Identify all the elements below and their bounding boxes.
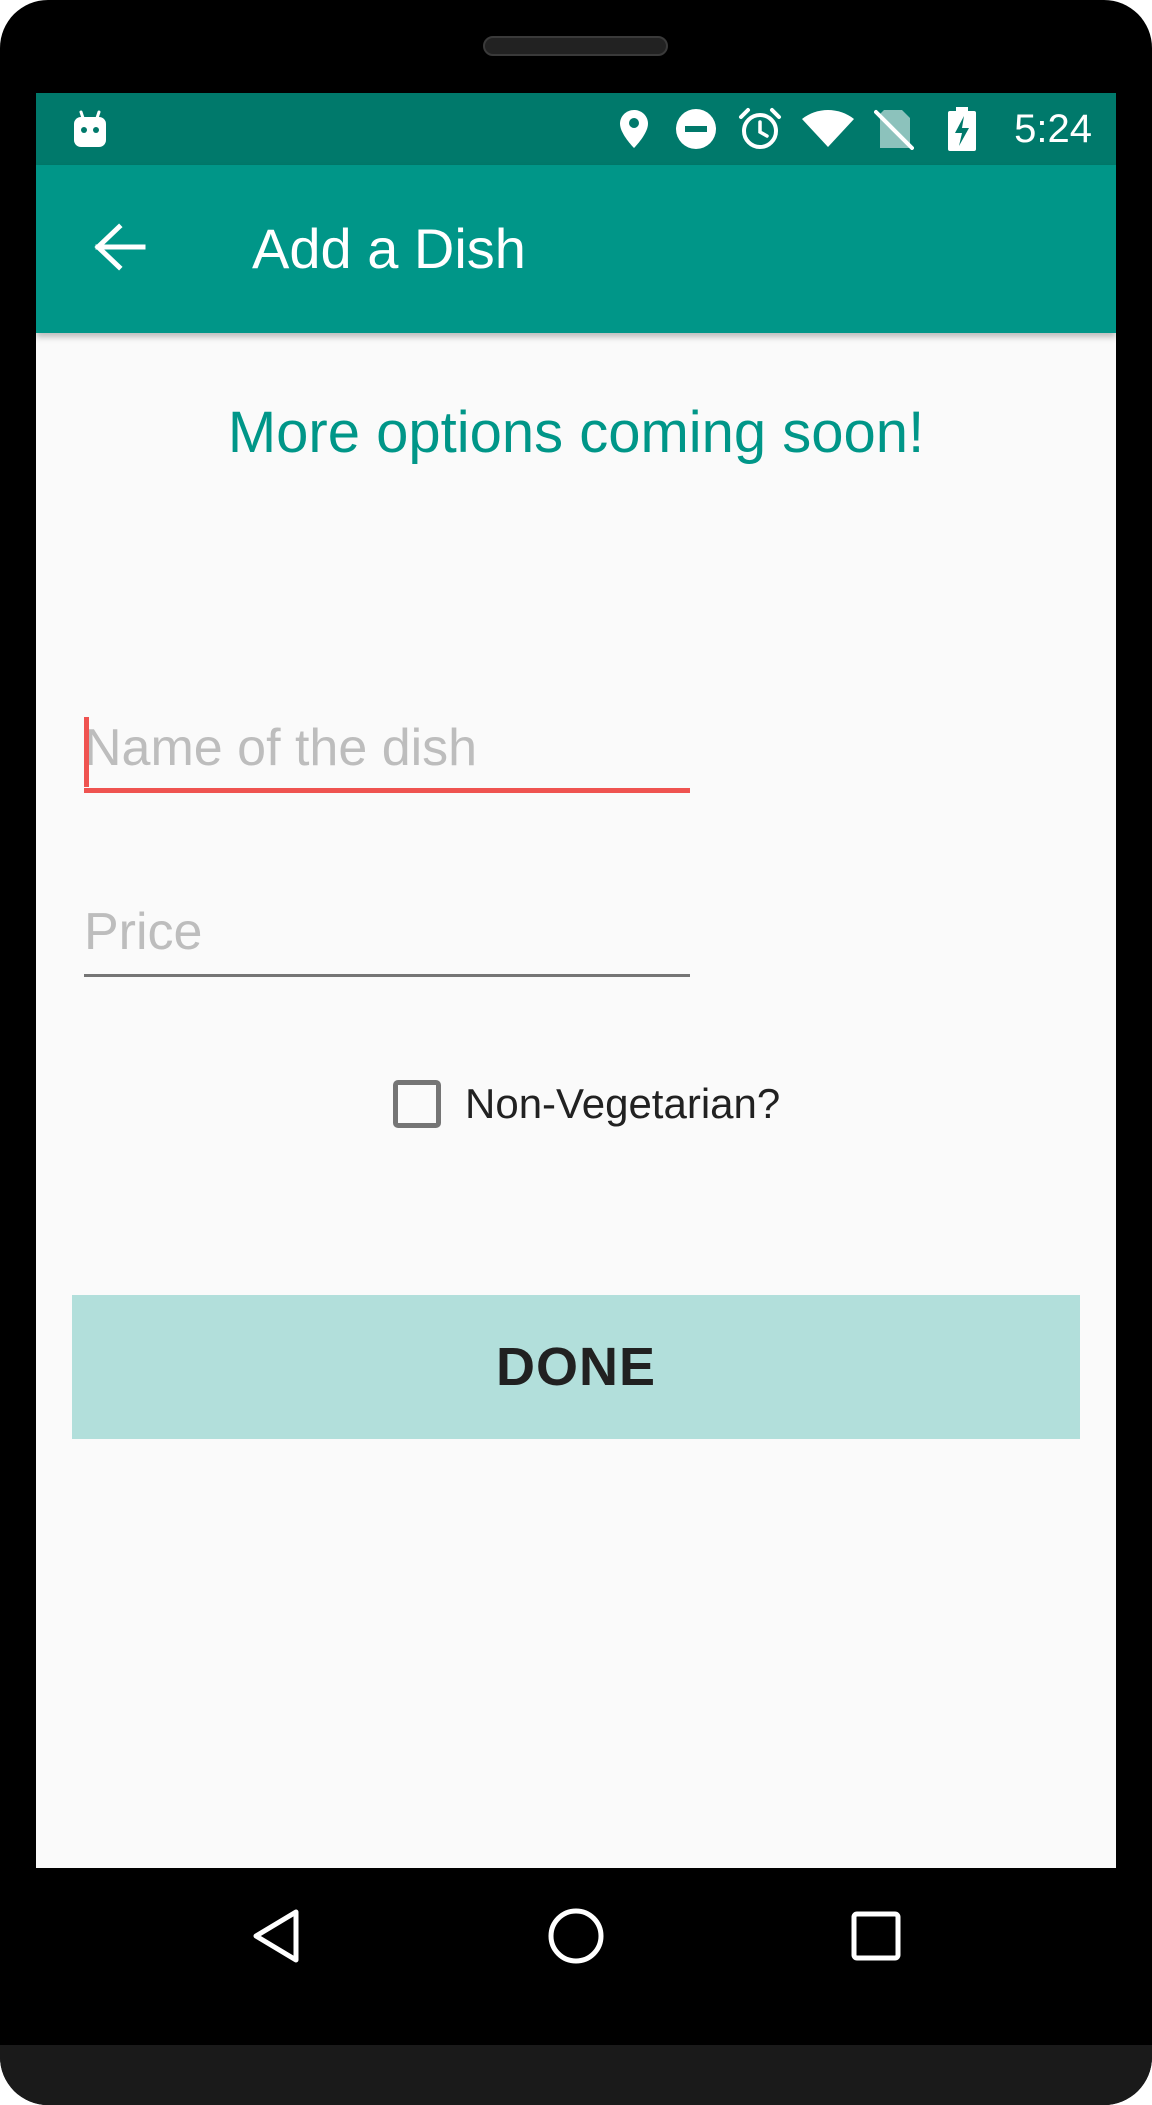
home-circle-icon	[546, 1906, 606, 1971]
do-not-disturb-icon	[672, 107, 720, 151]
recents-square-icon	[848, 1908, 904, 1969]
checkbox-box[interactable]	[393, 1080, 441, 1128]
done-button[interactable]: DONE	[72, 1295, 1080, 1439]
non-vegetarian-checkbox[interactable]: Non-Vegetarian?	[393, 1072, 780, 1136]
status-bar: 5:24	[36, 93, 1116, 165]
nav-back-button[interactable]	[226, 1888, 326, 1988]
alarm-icon	[736, 107, 784, 151]
back-triangle-icon	[248, 1906, 304, 1971]
earpiece-speaker	[483, 36, 668, 56]
dish-name-field[interactable]	[84, 709, 690, 793]
status-time: 5:24	[1014, 107, 1092, 151]
text-cursor	[84, 717, 89, 787]
no-sim-icon	[872, 107, 916, 151]
price-field[interactable]	[84, 893, 690, 977]
android-notification-icon	[70, 107, 110, 151]
price-underline	[84, 974, 690, 977]
battery-charging-icon	[944, 107, 980, 151]
screen: 5:24 Add a Dish More options coming soon…	[36, 93, 1116, 1868]
device-frame: 5:24 Add a Dish More options coming soon…	[0, 0, 1152, 2105]
dish-name-input[interactable]	[84, 709, 690, 787]
navigation-bar	[0, 1868, 1152, 2008]
page-title: Add a Dish	[252, 217, 526, 280]
location-icon	[614, 107, 654, 151]
price-input[interactable]	[84, 893, 690, 971]
main-content: More options coming soon! Non-Vegetarian…	[36, 333, 1116, 1868]
device-bottom-bezel	[0, 2045, 1152, 2105]
non-vegetarian-label: Non-Vegetarian?	[465, 1080, 781, 1127]
back-button[interactable]	[78, 207, 162, 291]
wifi-icon	[800, 107, 856, 151]
nav-recents-button[interactable]	[826, 1888, 926, 1988]
dish-name-underline	[84, 788, 690, 793]
nav-home-button[interactable]	[526, 1888, 626, 1988]
coming-soon-headline: More options coming soon!	[227, 400, 925, 465]
app-bar: Add a Dish	[36, 165, 1116, 333]
arrow-back-icon	[93, 222, 147, 276]
